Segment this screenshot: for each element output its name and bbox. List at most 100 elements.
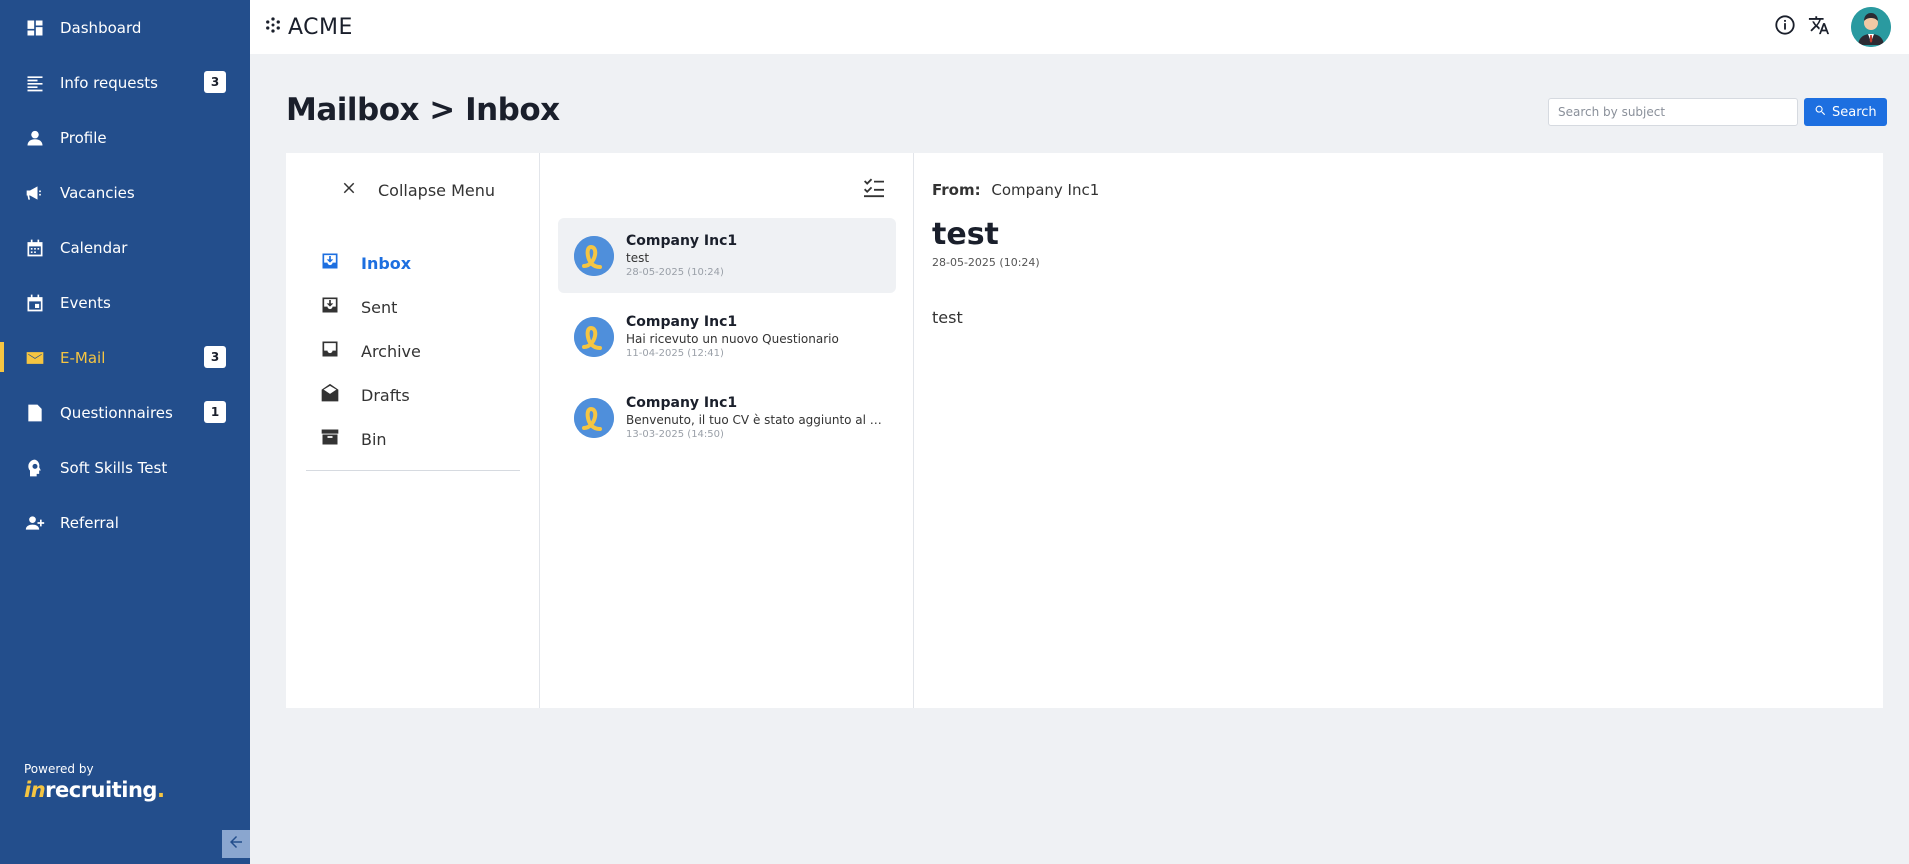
page-title: Mailbox > Inbox xyxy=(286,92,560,128)
message-body: Company Inc1 Benvenuto, il tuo CV è stat… xyxy=(626,395,886,440)
powered-by: Powered by inrecruiting. xyxy=(24,762,165,802)
sidebar-item-events[interactable]: Events xyxy=(0,275,250,330)
message-detail: From: Company Inc1 test 28-05-2025 (10:2… xyxy=(914,153,1883,708)
sidebar-item-label: Events xyxy=(60,293,111,312)
logo-prefix: in xyxy=(24,778,46,802)
brand[interactable]: ACME xyxy=(264,15,353,40)
message-subject: Benvenuto, il tuo CV è stato aggiunto al… xyxy=(626,413,882,427)
message-subject-heading: test xyxy=(932,217,999,252)
sidebar-item-label: Soft Skills Test xyxy=(60,458,168,477)
message-item[interactable]: Company Inc1 Hai ricevuto un nuovo Quest… xyxy=(558,299,896,374)
user-avatar[interactable] xyxy=(1851,7,1891,47)
head-icon xyxy=(24,457,46,479)
message-content: test xyxy=(932,308,963,327)
message-subject: test xyxy=(626,251,650,265)
count-badge: 3 xyxy=(204,346,226,368)
message-date: 13-03-2025 (14:50) xyxy=(626,429,724,440)
archive-box-icon xyxy=(320,427,340,451)
logo-dot: . xyxy=(156,778,165,802)
mailbox-card: Collapse Menu Inbox Sent Archive Drafts … xyxy=(286,153,1883,708)
brand-name: ACME xyxy=(288,14,353,40)
powered-by-text: Powered by xyxy=(24,762,94,776)
snowflake-logo-icon xyxy=(264,16,282,38)
from-value: Company Inc1 xyxy=(991,181,1100,199)
search-button[interactable]: Search xyxy=(1804,98,1887,126)
message-list: Company Inc1 test 28-05-2025 (10:24) Com… xyxy=(558,218,896,461)
from-label: From: xyxy=(932,181,981,199)
search-button-label: Search xyxy=(1832,104,1877,120)
folder-label: Bin xyxy=(361,429,387,449)
folder-list: Inbox Sent Archive Drafts Bin xyxy=(320,241,421,461)
person-add-icon xyxy=(24,512,46,534)
message-list-panel: Company Inc1 test 28-05-2025 (10:24) Com… xyxy=(540,153,914,708)
megaphone-icon xyxy=(24,182,46,204)
message-item[interactable]: Company Inc1 Benvenuto, il tuo CV è stat… xyxy=(558,380,896,455)
sidebar-item-questionnaires[interactable]: Questionnaires 1 xyxy=(0,385,250,440)
folder-menu: Collapse Menu Inbox Sent Archive Drafts … xyxy=(286,153,540,708)
logo-name: recruiting xyxy=(45,778,157,802)
collapse-sidebar-button[interactable] xyxy=(222,830,250,858)
sidebar-item-label: Dashboard xyxy=(60,18,142,37)
sidebar-nav: Dashboard Info requests 3 Profile Vacanc… xyxy=(0,0,250,550)
sidebar-item-label: Calendar xyxy=(60,238,128,257)
inbox-download-icon xyxy=(320,295,340,319)
sidebar: Dashboard Info requests 3 Profile Vacanc… xyxy=(0,0,250,864)
arrow-left-icon xyxy=(227,833,245,855)
sidebar-item-calendar[interactable]: Calendar xyxy=(0,220,250,275)
inbox-tray-icon xyxy=(320,339,340,363)
message-sender: Company Inc1 xyxy=(626,395,738,411)
sidebar-item-vacancies[interactable]: Vacancies xyxy=(0,165,250,220)
top-actions xyxy=(1771,7,1891,47)
menu-divider xyxy=(306,470,520,471)
sidebar-item-profile[interactable]: Profile xyxy=(0,110,250,165)
folder-bin[interactable]: Bin xyxy=(320,417,421,461)
dashboard-icon xyxy=(24,17,46,39)
sender-logo-icon xyxy=(574,235,614,276)
event-icon xyxy=(24,292,46,314)
translate-icon xyxy=(1808,14,1830,40)
folder-label: Archive xyxy=(361,341,421,361)
message-date: 11-04-2025 (12:41) xyxy=(626,348,724,359)
sidebar-item-label: Profile xyxy=(60,128,107,147)
sidebar-item-dashboard[interactable]: Dashboard xyxy=(0,0,250,55)
message-date: 28-05-2025 (10:24) xyxy=(626,267,724,278)
search-input[interactable] xyxy=(1548,98,1798,126)
sidebar-item-email[interactable]: E-Mail 3 xyxy=(0,330,250,385)
message-item[interactable]: Company Inc1 test 28-05-2025 (10:24) xyxy=(558,218,896,293)
sidebar-item-soft-skills-test[interactable]: Soft Skills Test xyxy=(0,440,250,495)
topbar: ACME xyxy=(250,0,1909,54)
folder-label: Sent xyxy=(361,297,398,317)
from-row: From: Company Inc1 xyxy=(932,181,1099,199)
collapse-menu-label: Collapse Menu xyxy=(378,180,496,200)
sidebar-item-referral[interactable]: Referral xyxy=(0,495,250,550)
folder-sent[interactable]: Sent xyxy=(320,285,421,329)
sidebar-item-info-requests[interactable]: Info requests 3 xyxy=(0,55,250,110)
sidebar-item-label: Info requests xyxy=(60,73,158,92)
message-subject: Hai ricevuto un nuovo Questionario xyxy=(626,332,839,346)
count-badge: 1 xyxy=(204,401,226,423)
close-icon xyxy=(340,179,358,201)
message-body: Company Inc1 test 28-05-2025 (10:24) xyxy=(626,233,886,278)
message-detail-date: 28-05-2025 (10:24) xyxy=(932,256,1040,269)
folder-archive[interactable]: Archive xyxy=(320,329,421,373)
message-sender: Company Inc1 xyxy=(626,233,738,249)
info-button[interactable] xyxy=(1771,13,1799,41)
list-icon xyxy=(24,72,46,94)
document-icon xyxy=(24,402,46,424)
mail-icon xyxy=(24,347,46,369)
select-messages-button[interactable] xyxy=(863,178,885,202)
sidebar-item-label: Questionnaires xyxy=(60,403,173,422)
search-bar: Search xyxy=(1548,98,1887,126)
folder-inbox[interactable]: Inbox xyxy=(320,241,421,285)
language-button[interactable] xyxy=(1805,13,1833,41)
avatar-image xyxy=(1851,7,1891,47)
sender-avatar xyxy=(574,397,614,438)
inrecruiting-logo: inrecruiting. xyxy=(24,778,165,802)
sender-avatar xyxy=(574,316,614,357)
collapse-menu-button[interactable]: Collapse Menu xyxy=(320,179,495,201)
sidebar-item-label: E-Mail xyxy=(60,348,106,367)
sender-logo-icon xyxy=(574,397,614,438)
sender-logo-icon xyxy=(574,316,614,357)
folder-drafts[interactable]: Drafts xyxy=(320,373,421,417)
search-icon xyxy=(1814,104,1832,121)
